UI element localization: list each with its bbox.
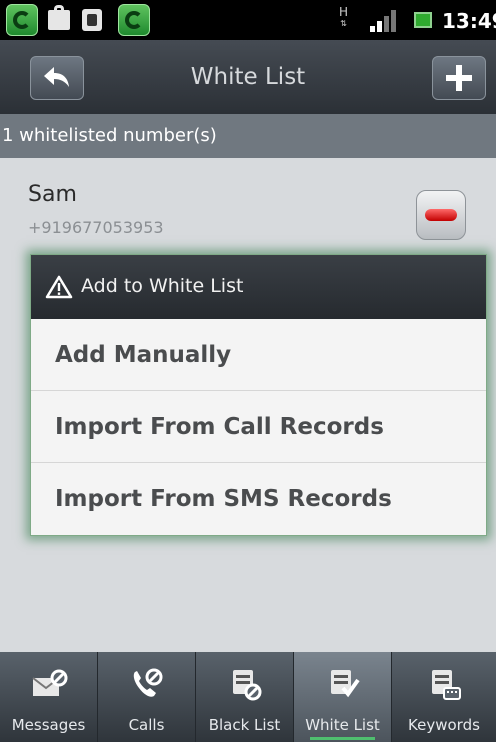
contact-name: Sam [28,182,77,207]
shopping-bag-icon [48,5,70,30]
signal-strength-icon [370,10,396,32]
dialog-title: Add to White List [81,275,244,297]
tab-label: White List [305,716,380,734]
tab-black-list[interactable]: Black List [196,652,294,742]
phone-block-icon [133,668,162,697]
contact-number: +919677053953 [28,218,164,237]
battery-icon [414,12,432,28]
import-sms-records-option[interactable]: Import From SMS Records [31,463,486,535]
back-arrow-icon [44,67,69,87]
tab-calls[interactable]: Calls [98,652,196,742]
tab-white-list[interactable]: White List [294,652,392,742]
title-bar: White List [0,40,496,114]
blacklist-icon [232,670,261,701]
minus-icon [425,209,457,221]
tab-label: Messages [11,716,86,734]
back-button[interactable] [30,56,84,100]
add-to-whitelist-dialog: Add to White List Add Manually Import Fr… [30,254,487,536]
whitelist-icon [330,670,360,698]
active-tab-indicator [310,737,375,740]
sd-card-icon [82,9,102,31]
app-notification-icon [6,4,38,36]
message-block-icon [31,669,67,696]
app-notification-icon-2 [118,4,150,36]
list-item[interactable]: Sam +919677053953 [0,158,496,252]
tab-label: Keywords [408,716,480,734]
status-bar: H ⇅ 13:49 [0,0,496,40]
tab-keywords[interactable]: Keywords [392,652,496,742]
whitelist-count: 1 whitelisted number(s) [0,114,496,158]
dialog-header: Add to White List [31,255,486,319]
keywords-icon [432,670,461,700]
warning-icon [45,275,73,299]
bottom-nav: Messages Calls Black List White List Key… [0,652,496,742]
network-type-indicator: H ⇅ [339,5,349,28]
tab-label: Calls [128,716,165,734]
add-button[interactable] [432,56,486,100]
tab-label: Black List [208,716,281,734]
clock: 13:49 [442,9,496,33]
add-manually-option[interactable]: Add Manually [31,319,486,391]
remove-contact-button[interactable] [416,190,466,240]
tab-messages[interactable]: Messages [0,652,98,742]
plus-icon [446,65,472,91]
import-call-records-option[interactable]: Import From Call Records [31,391,486,463]
